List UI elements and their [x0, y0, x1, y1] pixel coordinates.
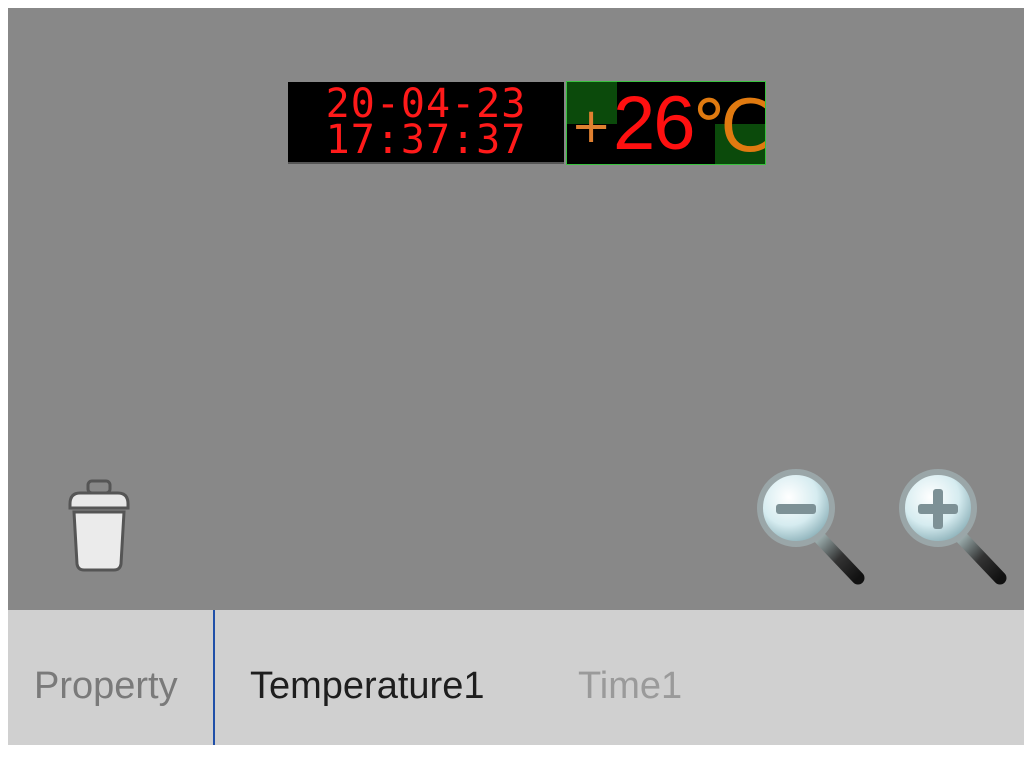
- design-canvas[interactable]: 20-04-23 17:37:37 + 26 ℃: [8, 8, 1024, 610]
- temperature-unit: ℃: [691, 84, 766, 165]
- tab-time1[interactable]: Time1: [578, 610, 682, 745]
- zoom-in-button[interactable]: [896, 468, 1008, 586]
- zoom-out-icon: [757, 469, 865, 585]
- bottom-tab-bar: Property Temperature1 Time1: [8, 610, 1024, 745]
- temperature-widget[interactable]: + 26 ℃: [566, 81, 766, 165]
- zoom-out-button[interactable]: [754, 468, 866, 586]
- tab-divider: [213, 610, 215, 745]
- tab-temperature1[interactable]: Temperature1: [250, 610, 484, 745]
- tab-property[interactable]: Property: [34, 610, 178, 745]
- zoom-in-icon: [899, 469, 1007, 585]
- datetime-widget[interactable]: 20-04-23 17:37:37: [288, 82, 564, 164]
- temperature-sign: +: [571, 98, 612, 154]
- temperature-value: 26: [613, 81, 696, 165]
- trash-icon: [68, 479, 130, 572]
- delete-button[interactable]: [64, 478, 134, 574]
- time-text: 17:37:37: [325, 117, 527, 163]
